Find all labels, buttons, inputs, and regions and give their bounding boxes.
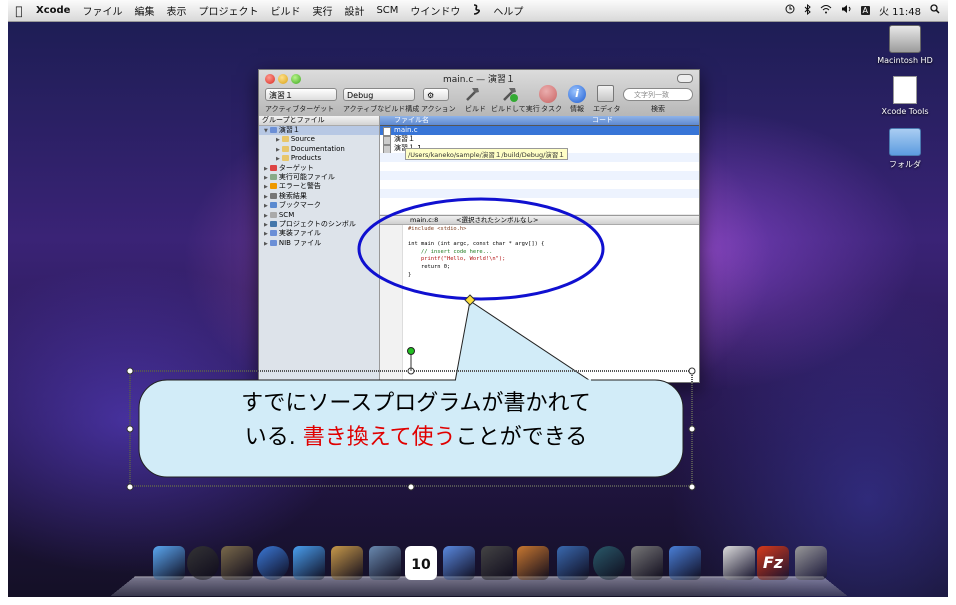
selection-handle[interactable] — [126, 367, 134, 375]
callout-highlight-text: 書き換えて使う — [302, 425, 456, 450]
selection-handle[interactable] — [126, 425, 134, 433]
callout-pointer — [454, 300, 594, 383]
annotation-layer — [126, 197, 696, 491]
callout-line-2: いる. 書き換えて使うことができる — [146, 421, 686, 455]
callout-line-2-prefix: いる. — [244, 425, 303, 450]
callout-line-1: すでにソースプログラムが書かれて — [241, 391, 591, 416]
callout-text: すでにソースプログラムが書かれて いる. 書き換えて使うことができる — [146, 387, 686, 455]
selection-handle[interactable] — [688, 425, 696, 433]
highlight-ellipse — [357, 197, 605, 301]
selection-handle[interactable] — [407, 483, 415, 491]
callout-line-2-suffix: ことができる — [455, 425, 588, 450]
selection-handle[interactable] — [126, 483, 134, 491]
rotation-handle[interactable] — [407, 347, 415, 355]
selection-handle[interactable] — [688, 367, 696, 375]
selection-handle[interactable] — [688, 483, 696, 491]
